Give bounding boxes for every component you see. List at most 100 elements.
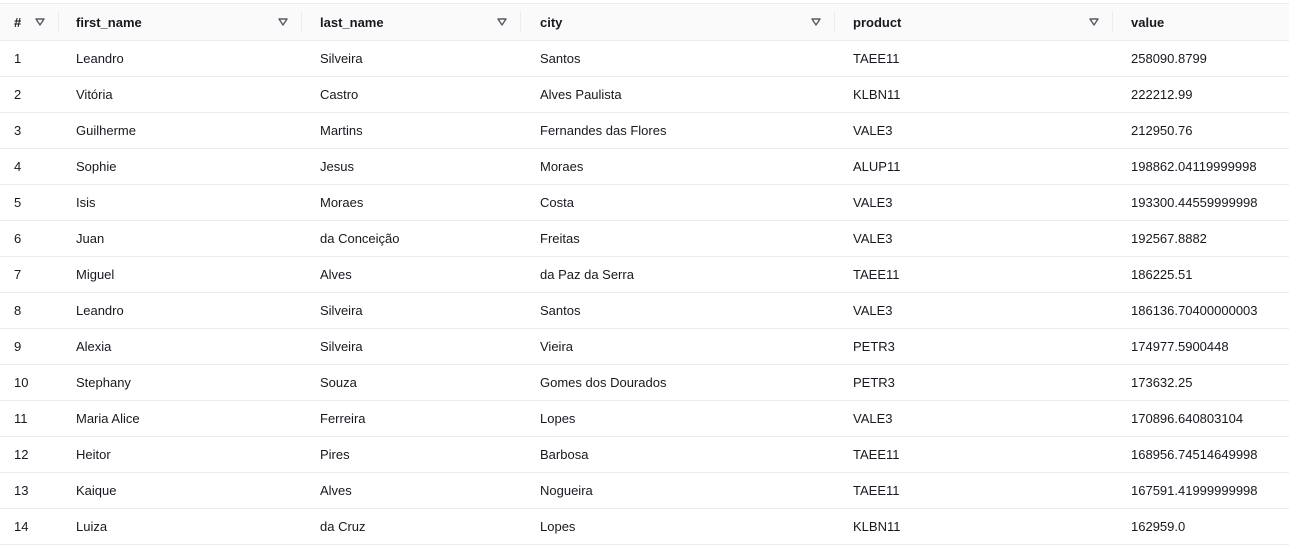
sort-caret-down-icon[interactable]: [811, 18, 821, 26]
row-index-cell: 6: [0, 220, 59, 257]
last-name-cell[interactable]: Ferreira: [302, 400, 521, 437]
table-row[interactable]: 9 Alexia Silveira Vieira PETR3 174977.59…: [0, 328, 1289, 365]
table-row[interactable]: 7 Miguel Alves da Paz da Serra TAEE11 18…: [0, 256, 1289, 293]
first-name-cell[interactable]: Sophie: [59, 148, 302, 185]
last-name-cell[interactable]: Silveira: [302, 328, 521, 365]
last-name-cell[interactable]: Alves: [302, 472, 521, 509]
city-cell[interactable]: Alves Paulista: [521, 76, 835, 113]
value-cell[interactable]: 174977.5900448: [1113, 328, 1289, 365]
product-cell[interactable]: VALE3: [835, 184, 1113, 221]
value-cell[interactable]: 162959.0: [1113, 508, 1289, 545]
table-row[interactable]: 11 Maria Alice Ferreira Lopes VALE3 1708…: [0, 400, 1289, 437]
value-cell[interactable]: 198862.04119999998: [1113, 148, 1289, 185]
last-name-cell[interactable]: Souza: [302, 364, 521, 401]
last-name-cell[interactable]: da Conceição: [302, 220, 521, 257]
value-cell[interactable]: 186136.70400000003: [1113, 292, 1289, 329]
column-header-product[interactable]: product: [835, 4, 1113, 41]
city-cell[interactable]: Fernandes das Flores: [521, 112, 835, 149]
value-value: 198862.04119999998: [1131, 159, 1257, 174]
city-cell[interactable]: Vieira: [521, 328, 835, 365]
product-value: VALE3: [853, 231, 893, 246]
column-header-value[interactable]: value: [1113, 4, 1289, 41]
last-name-cell[interactable]: Moraes: [302, 184, 521, 221]
first-name-cell[interactable]: Heitor: [59, 436, 302, 473]
city-cell[interactable]: da Paz da Serra: [521, 256, 835, 293]
table-row[interactable]: 2 Vitória Castro Alves Paulista KLBN11 2…: [0, 76, 1289, 113]
value-cell[interactable]: 222212.99: [1113, 76, 1289, 113]
product-cell[interactable]: TAEE11: [835, 436, 1113, 473]
value-cell[interactable]: 173632.25: [1113, 364, 1289, 401]
city-cell[interactable]: Costa: [521, 184, 835, 221]
city-cell[interactable]: Gomes dos Dourados: [521, 364, 835, 401]
first-name-cell[interactable]: Vitória: [59, 76, 302, 113]
first-name-cell[interactable]: Isis: [59, 184, 302, 221]
value-cell[interactable]: 186225.51: [1113, 256, 1289, 293]
table-row[interactable]: 1 Leandro Silveira Santos TAEE11 258090.…: [0, 40, 1289, 77]
product-cell[interactable]: PETR3: [835, 364, 1113, 401]
table-row[interactable]: 3 Guilherme Martins Fernandes das Flores…: [0, 112, 1289, 149]
column-header-first-name[interactable]: first_name: [59, 4, 302, 41]
value-cell[interactable]: 167591.41999999998: [1113, 472, 1289, 509]
product-cell[interactable]: VALE3: [835, 220, 1113, 257]
first-name-cell[interactable]: Miguel: [59, 256, 302, 293]
column-header-city[interactable]: city: [521, 4, 835, 41]
product-cell[interactable]: KLBN11: [835, 508, 1113, 545]
value-cell[interactable]: 193300.44559999998: [1113, 184, 1289, 221]
sort-caret-down-icon[interactable]: [35, 18, 45, 26]
last-name-cell[interactable]: Castro: [302, 76, 521, 113]
city-cell[interactable]: Moraes: [521, 148, 835, 185]
value-cell[interactable]: 212950.76: [1113, 112, 1289, 149]
value-cell[interactable]: 258090.8799: [1113, 40, 1289, 77]
city-cell[interactable]: Freitas: [521, 220, 835, 257]
product-cell[interactable]: ALUP11: [835, 148, 1113, 185]
city-cell[interactable]: Lopes: [521, 400, 835, 437]
product-cell[interactable]: VALE3: [835, 112, 1113, 149]
first-name-cell[interactable]: Maria Alice: [59, 400, 302, 437]
first-name-cell[interactable]: Stephany: [59, 364, 302, 401]
column-header-index[interactable]: #: [0, 4, 59, 41]
table-row[interactable]: 4 Sophie Jesus Moraes ALUP11 198862.0411…: [0, 148, 1289, 185]
product-cell[interactable]: TAEE11: [835, 40, 1113, 77]
first-name-cell[interactable]: Leandro: [59, 40, 302, 77]
table-row[interactable]: 8 Leandro Silveira Santos VALE3 186136.7…: [0, 292, 1289, 329]
table-row[interactable]: 6 Juan da Conceição Freitas VALE3 192567…: [0, 220, 1289, 257]
table-row[interactable]: 14 Luiza da Cruz Lopes KLBN11 162959.0: [0, 508, 1289, 545]
sort-caret-down-icon[interactable]: [497, 18, 507, 26]
first-name-cell[interactable]: Alexia: [59, 328, 302, 365]
city-cell[interactable]: Santos: [521, 40, 835, 77]
last-name-cell[interactable]: Silveira: [302, 292, 521, 329]
product-cell[interactable]: PETR3: [835, 328, 1113, 365]
value-cell[interactable]: 170896.640803104: [1113, 400, 1289, 437]
first-name-cell[interactable]: Luiza: [59, 508, 302, 545]
value-value: 186136.70400000003: [1131, 303, 1258, 318]
value-cell[interactable]: 192567.8882: [1113, 220, 1289, 257]
product-cell[interactable]: VALE3: [835, 400, 1113, 437]
table-row[interactable]: 10 Stephany Souza Gomes dos Dourados PET…: [0, 364, 1289, 401]
city-cell[interactable]: Lopes: [521, 508, 835, 545]
table-row[interactable]: 5 Isis Moraes Costa VALE3 193300.4455999…: [0, 184, 1289, 221]
city-cell[interactable]: Barbosa: [521, 436, 835, 473]
product-cell[interactable]: TAEE11: [835, 472, 1113, 509]
last-name-cell[interactable]: Martins: [302, 112, 521, 149]
city-cell[interactable]: Santos: [521, 292, 835, 329]
first-name-cell[interactable]: Kaique: [59, 472, 302, 509]
first-name-cell[interactable]: Leandro: [59, 292, 302, 329]
last-name-cell[interactable]: Jesus: [302, 148, 521, 185]
product-cell[interactable]: VALE3: [835, 292, 1113, 329]
value-cell[interactable]: 168956.74514649998: [1113, 436, 1289, 473]
product-cell[interactable]: TAEE11: [835, 256, 1113, 293]
last-name-cell[interactable]: Alves: [302, 256, 521, 293]
last-name-cell[interactable]: da Cruz: [302, 508, 521, 545]
first-name-cell[interactable]: Guilherme: [59, 112, 302, 149]
last-name-cell[interactable]: Pires: [302, 436, 521, 473]
column-header-last-name[interactable]: last_name: [302, 4, 521, 41]
first-name-cell[interactable]: Juan: [59, 220, 302, 257]
city-cell[interactable]: Nogueira: [521, 472, 835, 509]
table-row[interactable]: 12 Heitor Pires Barbosa TAEE11 168956.74…: [0, 436, 1289, 473]
last-name-cell[interactable]: Silveira: [302, 40, 521, 77]
sort-caret-down-icon[interactable]: [278, 18, 288, 26]
table-row[interactable]: 13 Kaique Alves Nogueira TAEE11 167591.4…: [0, 472, 1289, 509]
product-value: TAEE11: [853, 267, 900, 282]
product-cell[interactable]: KLBN11: [835, 76, 1113, 113]
sort-caret-down-icon[interactable]: [1089, 18, 1099, 26]
